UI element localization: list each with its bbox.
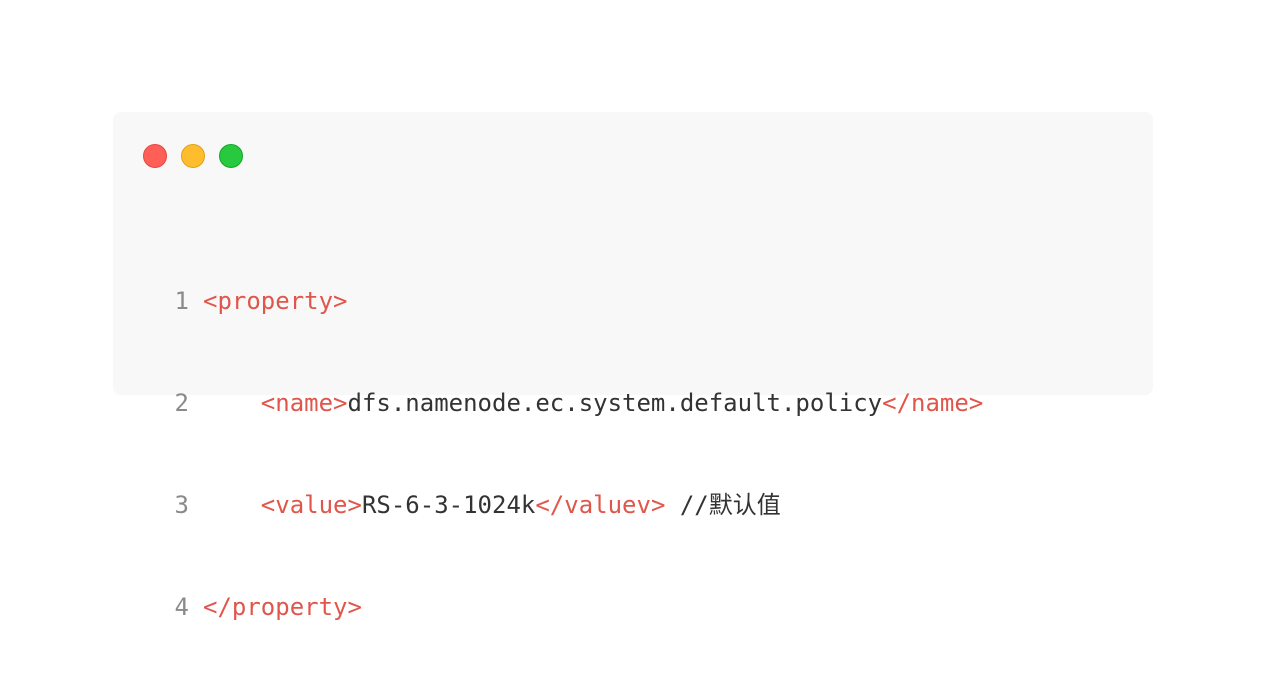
open-tag: </property>	[203, 593, 362, 621]
line-number: 2	[174, 389, 189, 417]
line-number: 3	[174, 491, 189, 519]
close-tag: </name>	[882, 389, 984, 417]
code-line: 4 </property>	[169, 590, 983, 624]
comment: //默认值	[665, 491, 781, 519]
code-block: 1 <property> 2 <name> dfs.namenode.ec.syst…	[169, 216, 984, 692]
line-number: 1	[174, 287, 189, 315]
code-window: 1 <property> 2 <name> dfs.namenode.ec.syst…	[113, 112, 1153, 621]
code-line: 2 <name> dfs.namenode.ec.system.default.p…	[169, 386, 984, 420]
tag-content: RS-6-3-1024k	[361, 491, 536, 519]
close-dot-icon[interactable]	[143, 144, 167, 168]
maximize-dot-icon[interactable]	[219, 144, 243, 168]
window-controls	[143, 144, 243, 168]
open-tag: <property>	[203, 287, 348, 315]
close-tag: </valuev>	[535, 491, 666, 519]
open-tag: <value>	[260, 491, 362, 519]
minimize-dot-icon[interactable]	[181, 144, 205, 168]
tag-content: dfs.namenode.ec.system.default.policy	[347, 389, 883, 417]
line-number: 4	[174, 593, 189, 621]
open-tag: <name>	[260, 389, 348, 417]
code-line: 3 <value> RS-6-3-1024k </valuev> //默认值	[169, 488, 983, 522]
code-line: 1 <property>	[169, 284, 983, 318]
